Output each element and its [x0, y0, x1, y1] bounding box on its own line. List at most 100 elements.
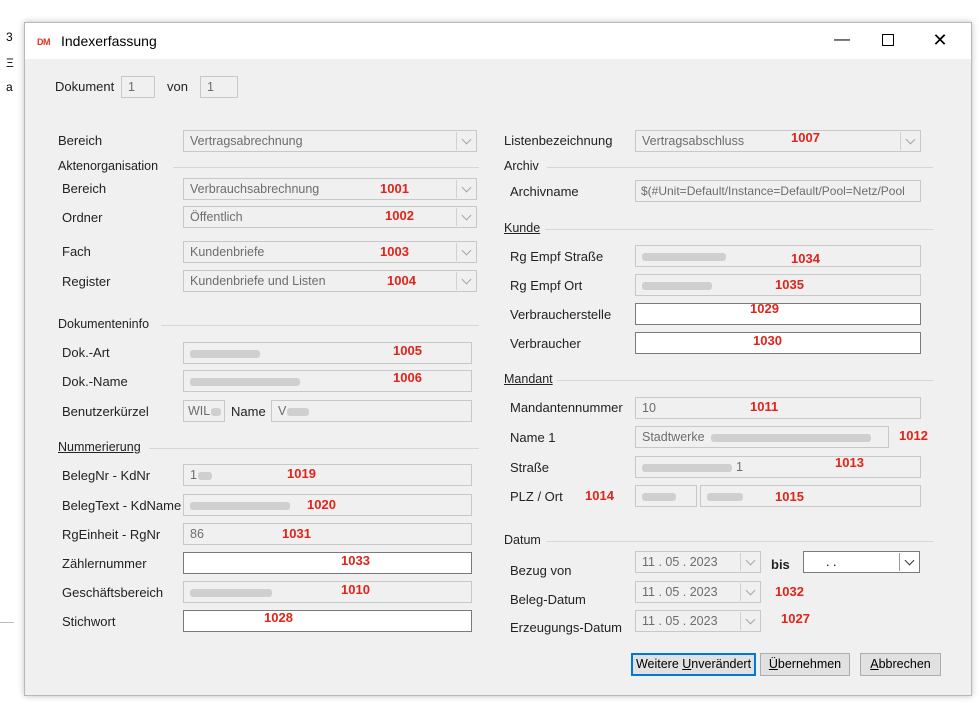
background-edge-char-1: 3 [6, 30, 13, 44]
belegnr-field[interactable]: 1 [183, 464, 472, 486]
nummerierung-divider [149, 448, 479, 449]
name1-label: Name 1 [510, 430, 556, 445]
dokart-field[interactable] [183, 342, 472, 364]
nummerierung-group-title: Nummerierung [58, 440, 141, 454]
blurred-text [190, 501, 290, 510]
chevron-down-icon [456, 243, 475, 261]
zaehlernummer-input[interactable] [183, 552, 472, 574]
uebernehmen-button[interactable]: Übernehmen [760, 653, 850, 676]
listenbezeichnung-select[interactable]: Vertragsabschluss [635, 130, 921, 152]
bereich-select[interactable]: Vertragsabrechnung [183, 130, 477, 152]
bis-value: . . [826, 555, 837, 569]
window-title: Indexerfassung [61, 33, 157, 49]
dokname-field[interactable] [183, 370, 472, 392]
chevron-down-icon [740, 553, 759, 571]
maximize-button[interactable] [865, 23, 911, 57]
plz-ort-label: PLZ / Ort [510, 489, 563, 504]
ordner-select[interactable]: Öffentlich [183, 206, 477, 228]
beleg-datum-label: Beleg-Datum [510, 592, 586, 607]
code-1013: 1013 [835, 455, 864, 470]
chevron-down-icon [456, 272, 475, 290]
code-1012: 1012 [899, 428, 928, 443]
akten-bereich-select[interactable]: Verbrauchsabrechnung [183, 178, 477, 200]
background-edge-char-3: a [6, 80, 13, 94]
register-label: Register [62, 274, 111, 289]
nummerierung-title-text: Nummerierung [58, 440, 141, 454]
code-1028: 1028 [264, 610, 293, 625]
ordner-value: Öffentlich [190, 210, 243, 224]
listenbezeichnung-value: Vertragsabschluss [642, 134, 745, 148]
rgeinheit-label: RgEinheit - RgNr [62, 527, 161, 542]
chevron-down-icon [456, 208, 475, 226]
geschaeftsbereich-field[interactable] [183, 581, 472, 603]
blurred-text [287, 407, 310, 416]
dokument-number-field[interactable]: 1 [121, 76, 155, 98]
name-field[interactable]: V [271, 400, 472, 422]
rg-empf-ort-label: Rg Empf Ort [510, 278, 583, 293]
maximize-icon [882, 33, 894, 46]
chevron-down-icon [900, 132, 919, 150]
name1-field[interactable]: Stadtwerke [635, 426, 889, 448]
stichwort-input[interactable] [183, 610, 472, 632]
code-1027: 1027 [781, 611, 810, 626]
blurred-text [707, 492, 743, 501]
chevron-down-icon [740, 612, 759, 630]
rg-empf-strasse-field[interactable] [635, 245, 921, 267]
listenbezeichnung-label: Listenbezeichnung [504, 133, 613, 148]
code-1029: 1029 [750, 301, 779, 316]
akten-bereich-label: Bereich [62, 181, 107, 196]
beleg-datum-datepicker[interactable]: 11 . 05 . 2023 [635, 581, 761, 603]
fach-select[interactable]: Kundenbriefe [183, 241, 477, 263]
mandant-group-title: Mandant [504, 372, 553, 386]
code-1002: 1002 [385, 208, 414, 223]
mandant-strasse-field[interactable]: 1 [635, 456, 921, 478]
abbrechen-button[interactable]: Abbrechen [860, 653, 941, 676]
mandant-strasse-label: Straße [510, 460, 550, 475]
belegnr-value: 1 [190, 468, 197, 482]
erzeugungs-datum-datepicker[interactable]: 11 . 05 . 2023 [635, 610, 761, 632]
erzeugungs-datum-value: 11 . 05 . 2023 [642, 614, 718, 628]
name1-value: Stadtwerke [642, 430, 705, 444]
archiv-group-title: Archiv [504, 159, 539, 173]
blurred-text [190, 349, 260, 358]
dokument-total-field[interactable]: 1 [200, 76, 238, 98]
dokumenteninfo-group-title: Dokumenteninfo [58, 317, 150, 331]
archiv-divider [547, 167, 933, 168]
title-bar[interactable]: DM Indexerfassung — ✕ [25, 23, 971, 59]
von-label: von [167, 79, 188, 94]
plz-field[interactable] [635, 485, 697, 507]
code-1010: 1010 [341, 582, 370, 597]
register-select[interactable]: Kundenbriefe und Listen [183, 270, 477, 292]
aktenorganisation-divider [173, 167, 479, 168]
code-1001: 1001 [380, 181, 409, 196]
blurred-text [642, 252, 726, 261]
belegnr-label: BelegNr - KdNr [62, 468, 151, 483]
code-1031: 1031 [282, 526, 311, 541]
code-1030: 1030 [753, 333, 782, 348]
akten-bereich-value: Verbrauchsabrechnung [190, 182, 320, 196]
name-value: V [278, 404, 287, 418]
benutzerkuerzel-label: Benutzerkürzel [62, 404, 149, 419]
archivname-field[interactable]: $(#Unit=Default/Instance=Default/Pool=Ne… [635, 180, 921, 202]
code-1014: 1014 [585, 488, 614, 503]
blurred-text [642, 492, 676, 501]
bezug-von-datepicker[interactable]: 11 . 05 . 2023 [635, 551, 761, 573]
background-edge-char-2: Ξ [6, 56, 14, 70]
blurred-text [642, 281, 712, 290]
rg-empf-strasse-label: Rg Empf Straße [510, 249, 604, 264]
archivname-label: Archivname [510, 184, 579, 199]
code-1032: 1032 [775, 584, 804, 599]
weitere-unveraendert-button[interactable]: Weitere Unverändert [631, 653, 756, 676]
kunde-divider [545, 229, 933, 230]
chevron-down-icon [456, 132, 475, 150]
benutzerkuerzel-field[interactable]: WIL [183, 400, 225, 422]
code-1035: 1035 [775, 277, 804, 292]
code-1007: 1007 [791, 130, 820, 145]
code-1019: 1019 [287, 466, 316, 481]
minimize-button[interactable]: — [819, 23, 865, 57]
mandant-strasse-value: 1 [736, 460, 743, 474]
rgeinheit-field[interactable]: 86 [183, 523, 472, 545]
ort-field[interactable] [700, 485, 921, 507]
close-button[interactable]: ✕ [917, 23, 963, 57]
bis-datepicker[interactable]: . . [803, 551, 920, 573]
